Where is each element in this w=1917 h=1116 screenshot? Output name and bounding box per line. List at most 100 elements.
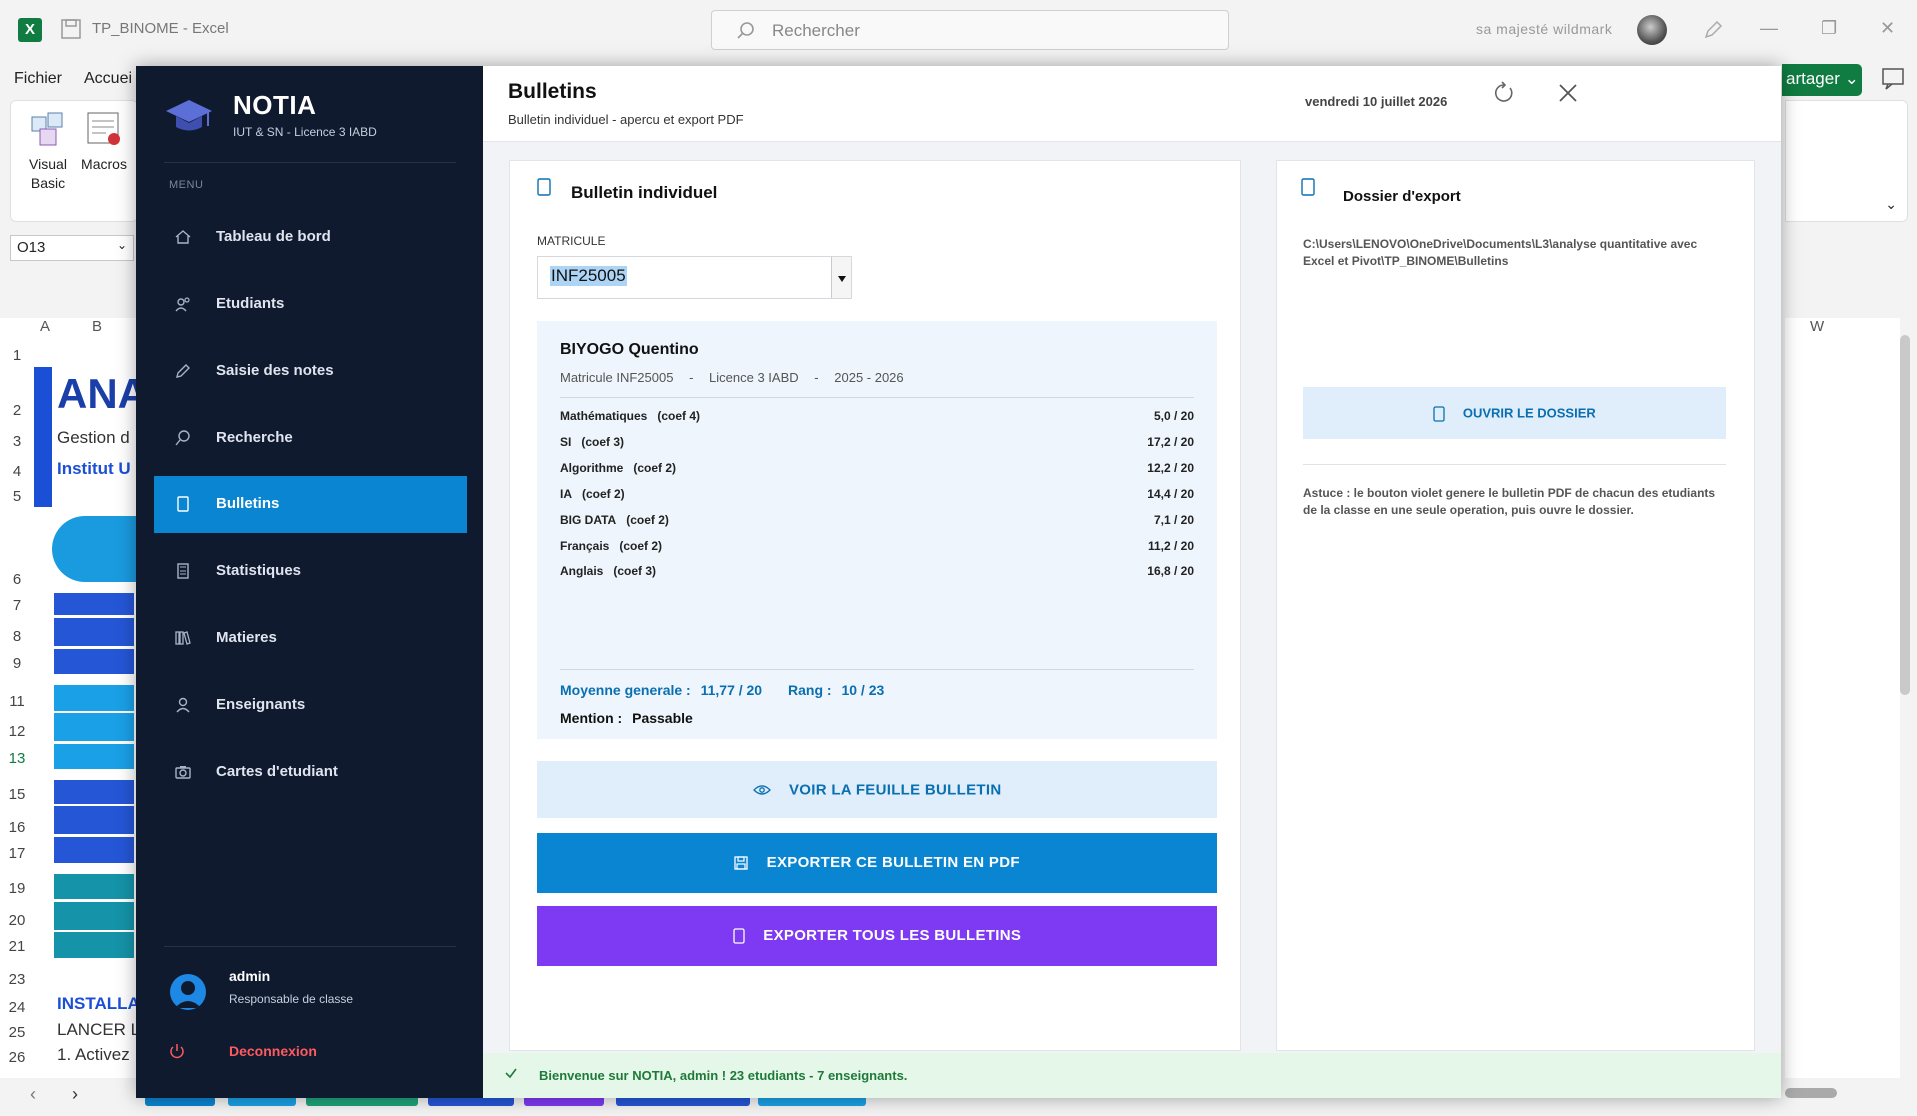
vertical-scrollbar[interactable]	[1900, 335, 1910, 695]
visual-basic-button[interactable]: Visual Basic	[21, 109, 75, 193]
column-header-b[interactable]: B	[92, 318, 102, 340]
row-header[interactable]: 19	[0, 880, 34, 897]
row-header[interactable]: 24	[0, 999, 34, 1016]
row-header[interactable]: 4	[0, 463, 34, 480]
refresh-button[interactable]	[1488, 77, 1520, 109]
row-header[interactable]: 2	[0, 402, 34, 419]
cell-gestion[interactable]: Gestion d	[57, 428, 137, 448]
open-folder-button[interactable]: OUVRIR LE DOSSIER	[1303, 387, 1726, 439]
user-avatar[interactable]	[1637, 15, 1667, 45]
sidebar-item-enseignants[interactable]: Enseignants	[154, 677, 467, 734]
search-placeholder: Rechercher	[772, 21, 860, 40]
sidebar-item-recherche[interactable]: Recherche	[154, 410, 467, 467]
sidebar-item-tableau-de-bord[interactable]: Tableau de bord	[154, 209, 467, 266]
matricule-select-value: INF25005	[550, 266, 627, 286]
document-icon	[177, 496, 189, 512]
export-all-bulletins-button[interactable]: EXPORTER TOUS LES BULLETINS	[537, 906, 1217, 966]
export-pdf-button[interactable]: EXPORTER CE BULLETIN EN PDF	[537, 833, 1217, 893]
share-button[interactable]: artager ⌄	[1782, 64, 1862, 96]
sidebar-item-etudiants[interactable]: Etudiants	[154, 276, 467, 333]
sidebar-item-saisie-des-notes[interactable]: Saisie des notes	[154, 343, 467, 400]
tab-fichier[interactable]: Fichier	[14, 70, 62, 88]
page-title: Bulletins	[508, 80, 597, 103]
sidebar-item-label: Saisie des notes	[216, 362, 334, 379]
bulletin-card-title: Bulletin individuel	[571, 183, 718, 202]
next-sheet-icon[interactable]: ›	[72, 1084, 78, 1105]
row-header[interactable]: 1	[0, 347, 34, 364]
export-tip: Astuce : le bouton violet genere le bull…	[1303, 486, 1716, 517]
row-header[interactable]: 13	[0, 750, 34, 767]
meta-separator: -	[689, 370, 694, 385]
grade-row: SI (coef 3) 17,2 / 20	[560, 435, 1194, 453]
excel-search-box[interactable]: Rechercher	[711, 10, 1229, 50]
row-header[interactable]: 3	[0, 433, 34, 450]
color-block	[54, 649, 134, 674]
row-header[interactable]: 23	[0, 971, 34, 988]
horizontal-scrollbar[interactable]	[1785, 1088, 1837, 1098]
column-header-a[interactable]: A	[40, 318, 50, 340]
name-box[interactable]: O13 ⌄	[10, 235, 134, 261]
matricule-label: MATRICULE	[537, 234, 606, 248]
macros-button[interactable]: Macros	[77, 109, 131, 174]
matricule-select[interactable]: INF25005	[537, 256, 852, 299]
ribbon-collapse-icon[interactable]: ⌄	[1885, 196, 1897, 213]
document-icon	[1301, 178, 1315, 196]
page-subtitle: Bulletin individuel - apercu et export P…	[508, 112, 744, 127]
row-header[interactable]: 15	[0, 786, 34, 803]
ribbon-developer-group: Visual Basic Macros	[10, 100, 138, 222]
chevron-down-icon[interactable]	[831, 257, 851, 298]
refresh-icon	[1494, 81, 1513, 102]
row-header[interactable]: 5	[0, 488, 34, 505]
brand-name: NOTIA	[233, 90, 317, 120]
row-header[interactable]: 26	[0, 1049, 34, 1066]
sidebar-item-cartes-etudiant[interactable]: Cartes d'etudiant	[154, 744, 467, 801]
cell-install[interactable]: INSTALLA	[57, 994, 137, 1014]
excel-shape-button[interactable]	[52, 516, 142, 582]
row-header[interactable]: 17	[0, 845, 34, 862]
spreadsheet-grid-right[interactable]	[1785, 318, 1900, 1078]
column-header-w[interactable]: W	[1810, 318, 1824, 340]
grade-row: Anglais (coef 3) 16,8 / 20	[560, 564, 1194, 582]
grade-subject: Algorithme (coef 2)	[560, 461, 677, 475]
close-window-icon[interactable]: ✕	[1880, 18, 1895, 39]
minimize-icon[interactable]: —	[1760, 18, 1778, 39]
logout-button[interactable]: Deconnexion	[169, 1041, 409, 1063]
cell-lancer[interactable]: LANCER L	[57, 1020, 137, 1040]
close-button[interactable]	[1552, 77, 1584, 109]
student-matricule: Matricule INF25005	[560, 370, 674, 385]
grade-subject: BIG DATA (coef 2)	[560, 513, 669, 527]
row-header[interactable]: 16	[0, 819, 34, 836]
cell-title[interactable]: ANA	[57, 370, 137, 418]
pen-icon[interactable]	[1702, 19, 1724, 41]
name-box-value: O13	[17, 239, 46, 256]
tab-accueil[interactable]: Accuei	[84, 70, 132, 88]
row-header[interactable]: 11	[0, 693, 34, 710]
color-block	[54, 780, 134, 804]
bulletin-preview: BIYOGO Quentino Matricule INF25005 - Lic…	[537, 321, 1217, 739]
notia-app-window: NOTIA IUT & SN - Licence 3 IABD MENU Tab…	[136, 66, 1781, 1098]
preview-divider	[560, 397, 1194, 398]
row-header[interactable]: 25	[0, 1024, 34, 1041]
sidebar-item-label: Cartes d'etudiant	[216, 763, 338, 780]
row-header[interactable]: 9	[0, 655, 34, 672]
sidebar-item-matieres[interactable]: Matieres	[154, 610, 467, 667]
save-icon[interactable]	[60, 18, 82, 40]
cell-institut[interactable]: Institut U	[57, 459, 137, 479]
cell-activez[interactable]: 1. Activez	[57, 1045, 137, 1065]
row-header[interactable]: 20	[0, 912, 34, 929]
export-folder-path: C:\Users\LENOVO\OneDrive\Documents\L3\an…	[1303, 237, 1698, 268]
row-header[interactable]: 7	[0, 597, 34, 614]
sidebar-item-label: Recherche	[216, 429, 293, 446]
row-header[interactable]: 8	[0, 628, 34, 645]
row-header[interactable]: 21	[0, 938, 34, 955]
prev-sheet-icon[interactable]: ‹	[30, 1084, 36, 1105]
restore-icon[interactable]: ❐	[1821, 18, 1837, 39]
row-header[interactable]: 6	[0, 571, 34, 588]
comments-icon[interactable]	[1880, 66, 1906, 92]
view-bulletin-sheet-button[interactable]: VOIR LA FEUILLE BULLETIN	[537, 761, 1217, 818]
sidebar-item-statistiques[interactable]: Statistiques	[154, 543, 467, 600]
row-header[interactable]: 12	[0, 723, 34, 740]
excel-logo-icon: X	[18, 18, 42, 42]
sidebar-item-bulletins[interactable]: Bulletins	[154, 476, 467, 533]
grade-score: 12,2 / 20	[1147, 461, 1194, 475]
